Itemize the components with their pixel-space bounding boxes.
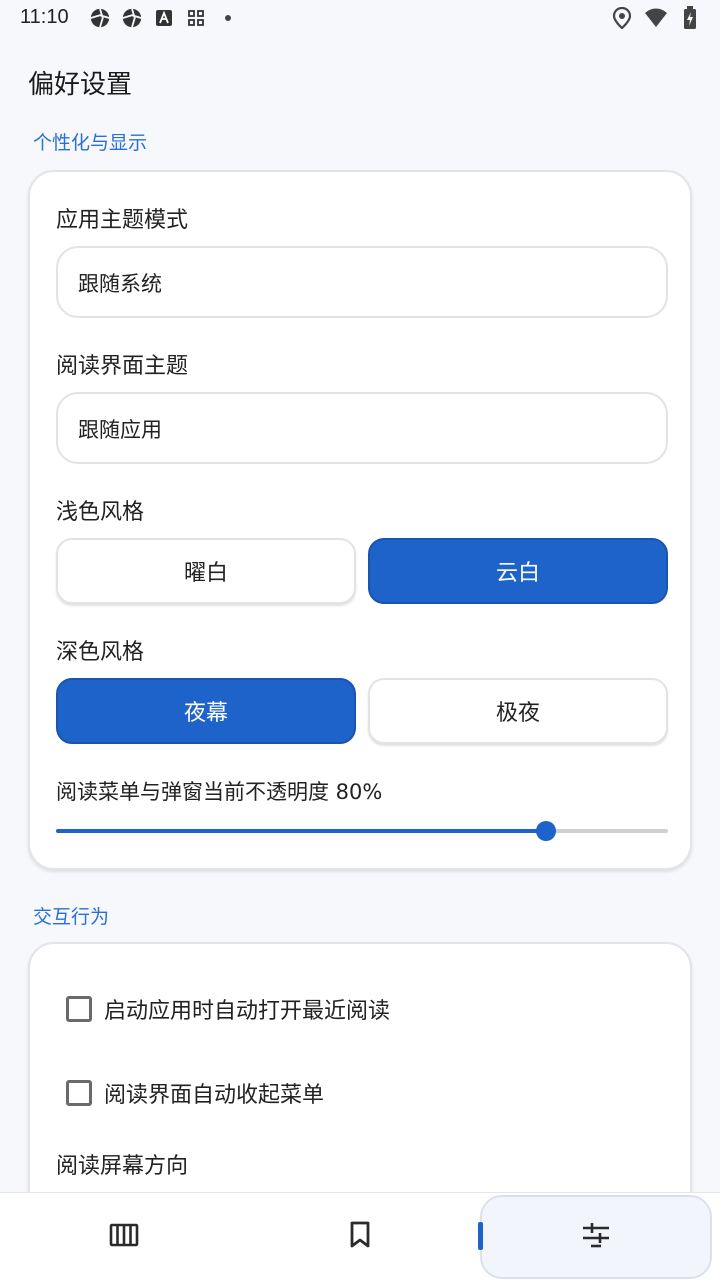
opacity-slider[interactable] bbox=[56, 821, 668, 841]
nav-active-indicator bbox=[478, 1222, 483, 1250]
nav-item-bookmarks[interactable] bbox=[240, 1193, 480, 1280]
app-theme-select[interactable]: 跟随系统 bbox=[56, 246, 668, 318]
page-title: 偏好设置 bbox=[28, 70, 133, 100]
bookmark-icon bbox=[349, 1221, 371, 1253]
auto-open-recent-checkbox[interactable] bbox=[66, 996, 92, 1022]
grid-icon bbox=[184, 6, 208, 30]
wifi-icon bbox=[644, 6, 668, 30]
light-style-option-yunbai[interactable]: 云白 bbox=[368, 538, 668, 604]
bookshelf-icon bbox=[109, 1222, 139, 1252]
dot-icon bbox=[216, 6, 240, 30]
nav-item-settings[interactable] bbox=[480, 1195, 712, 1279]
opacity-slider-thumb[interactable] bbox=[535, 821, 556, 841]
nav-item-bookshelf[interactable] bbox=[4, 1193, 244, 1280]
dark-style-label: 深色风格 bbox=[56, 640, 145, 665]
aperture-icon bbox=[88, 6, 112, 30]
settings-sliders-icon bbox=[581, 1221, 611, 1253]
light-style-option-yaobai[interactable]: 曜白 bbox=[56, 538, 356, 604]
auto-open-recent-row[interactable]: 启动应用时自动打开最近阅读 bbox=[66, 993, 390, 1025]
reader-theme-label: 阅读界面主题 bbox=[56, 354, 189, 379]
display-settings-card: 应用主题模式 跟随系统 阅读界面主题 跟随应用 浅色风格 曜白 云白 深色风格 … bbox=[28, 170, 692, 870]
location-icon bbox=[610, 6, 634, 30]
notification-icons bbox=[88, 6, 240, 30]
auto-collapse-menu-row[interactable]: 阅读界面自动收起菜单 bbox=[66, 1077, 324, 1109]
app-theme-value: 跟随系统 bbox=[78, 272, 162, 296]
auto-open-recent-label: 启动应用时自动打开最近阅读 bbox=[104, 999, 391, 1024]
app-theme-label: 应用主题模式 bbox=[56, 208, 189, 233]
font-icon bbox=[152, 6, 176, 30]
orientation-label: 阅读屏幕方向 bbox=[56, 1154, 189, 1179]
section-label-display: 个性化与显示 bbox=[33, 132, 148, 154]
dark-style-option-jiye[interactable]: 极夜 bbox=[368, 678, 668, 744]
section-label-interaction: 交互行为 bbox=[33, 906, 110, 928]
status-time: 11:10 bbox=[20, 6, 69, 28]
auto-collapse-menu-label: 阅读界面自动收起菜单 bbox=[104, 1083, 325, 1108]
reader-theme-select[interactable]: 跟随应用 bbox=[56, 392, 668, 464]
system-icons bbox=[610, 6, 702, 30]
battery-icon bbox=[678, 6, 702, 30]
aperture-icon bbox=[120, 6, 144, 30]
opacity-slider-fill bbox=[56, 829, 546, 833]
opacity-label: 阅读菜单与弹窗当前不透明度 80% bbox=[56, 780, 383, 804]
reader-theme-value: 跟随应用 bbox=[78, 418, 162, 442]
light-style-label: 浅色风格 bbox=[56, 500, 145, 525]
status-bar: 11:10 bbox=[0, 0, 720, 36]
dark-style-option-yemu[interactable]: 夜幕 bbox=[56, 678, 356, 744]
bottom-navigation bbox=[0, 1192, 720, 1280]
auto-collapse-menu-checkbox[interactable] bbox=[66, 1080, 92, 1106]
